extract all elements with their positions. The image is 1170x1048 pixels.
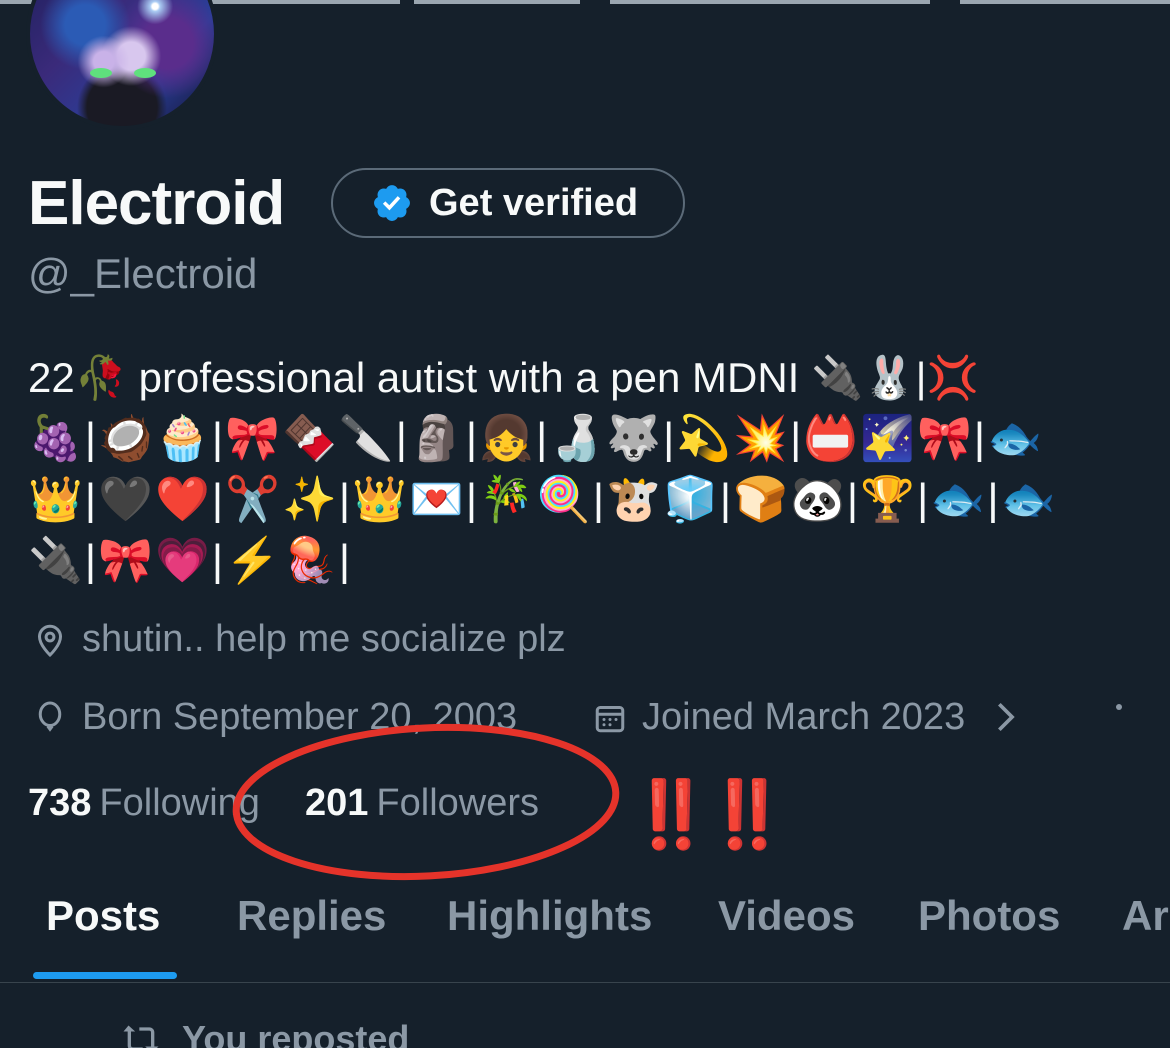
tabs-divider xyxy=(0,982,1170,983)
balloon-icon xyxy=(38,701,62,732)
tab-highlights[interactable]: Highlights xyxy=(447,892,652,940)
bio-line: 👑|🖤❤️|✂️✨|👑💌|🎋🍭|🐮🧊|🍞🐼|🏆|🐟|🐟 xyxy=(28,475,1058,524)
red-circle-annotation xyxy=(232,723,620,881)
scroll-indicator xyxy=(1116,704,1122,710)
profile-joined: Joined March 2023 xyxy=(592,696,965,739)
bio-line: 🍇|🥥🧁|🎀🍫🔪|🗿|👧|🍶🐺|💫💥|📛🌠🎀|🐟 xyxy=(28,414,1044,463)
banner-detail xyxy=(930,0,960,4)
chevron-right-icon xyxy=(998,702,1015,732)
tab-posts[interactable]: Posts xyxy=(46,892,160,940)
get-verified-button[interactable]: Get verified xyxy=(331,168,685,238)
profile-details-link[interactable] xyxy=(992,700,1032,734)
tab-articles[interactable]: Ar xyxy=(1122,892,1169,940)
exclamation-annotation: ‼️‼️ xyxy=(630,777,788,851)
display-name: Electroid xyxy=(28,169,285,238)
get-verified-label: Get verified xyxy=(429,181,639,224)
profile-page: Electroid Get verified @_Electroid 22🥀 p… xyxy=(0,0,1170,1048)
banner-detail xyxy=(400,0,414,4)
avatar[interactable] xyxy=(26,0,218,130)
avatar-eye xyxy=(90,68,112,78)
profile-location: shutin.. help me socialize plz xyxy=(32,618,566,661)
tab-photos[interactable]: Photos xyxy=(918,892,1060,940)
avatar-eye xyxy=(134,68,156,78)
following-count: 738 xyxy=(28,782,92,824)
repost-icon xyxy=(123,1025,159,1048)
bio-line: 🔌|🎀💗|⚡🪼| xyxy=(28,536,353,585)
repost-header: You reposted xyxy=(118,1018,409,1048)
location-pin-icon xyxy=(37,624,63,657)
joined-text: Joined March 2023 xyxy=(642,696,966,738)
location-text: shutin.. help me socialize plz xyxy=(82,618,566,660)
profile-tabs: Posts Replies Highlights Videos Photos A… xyxy=(0,880,1170,984)
bio-line: 22🥀 professional autist with a pen MDNI … xyxy=(28,354,979,401)
profile-bio: 22🥀 professional autist with a pen MDNI … xyxy=(28,348,1148,592)
active-tab-indicator xyxy=(33,972,177,979)
tab-replies[interactable]: Replies xyxy=(237,892,386,940)
user-handle: @_Electroid xyxy=(28,250,258,297)
verified-badge-icon xyxy=(374,185,410,221)
banner-detail xyxy=(580,0,610,4)
repost-text: You reposted xyxy=(182,1018,410,1048)
tab-videos[interactable]: Videos xyxy=(718,892,855,940)
